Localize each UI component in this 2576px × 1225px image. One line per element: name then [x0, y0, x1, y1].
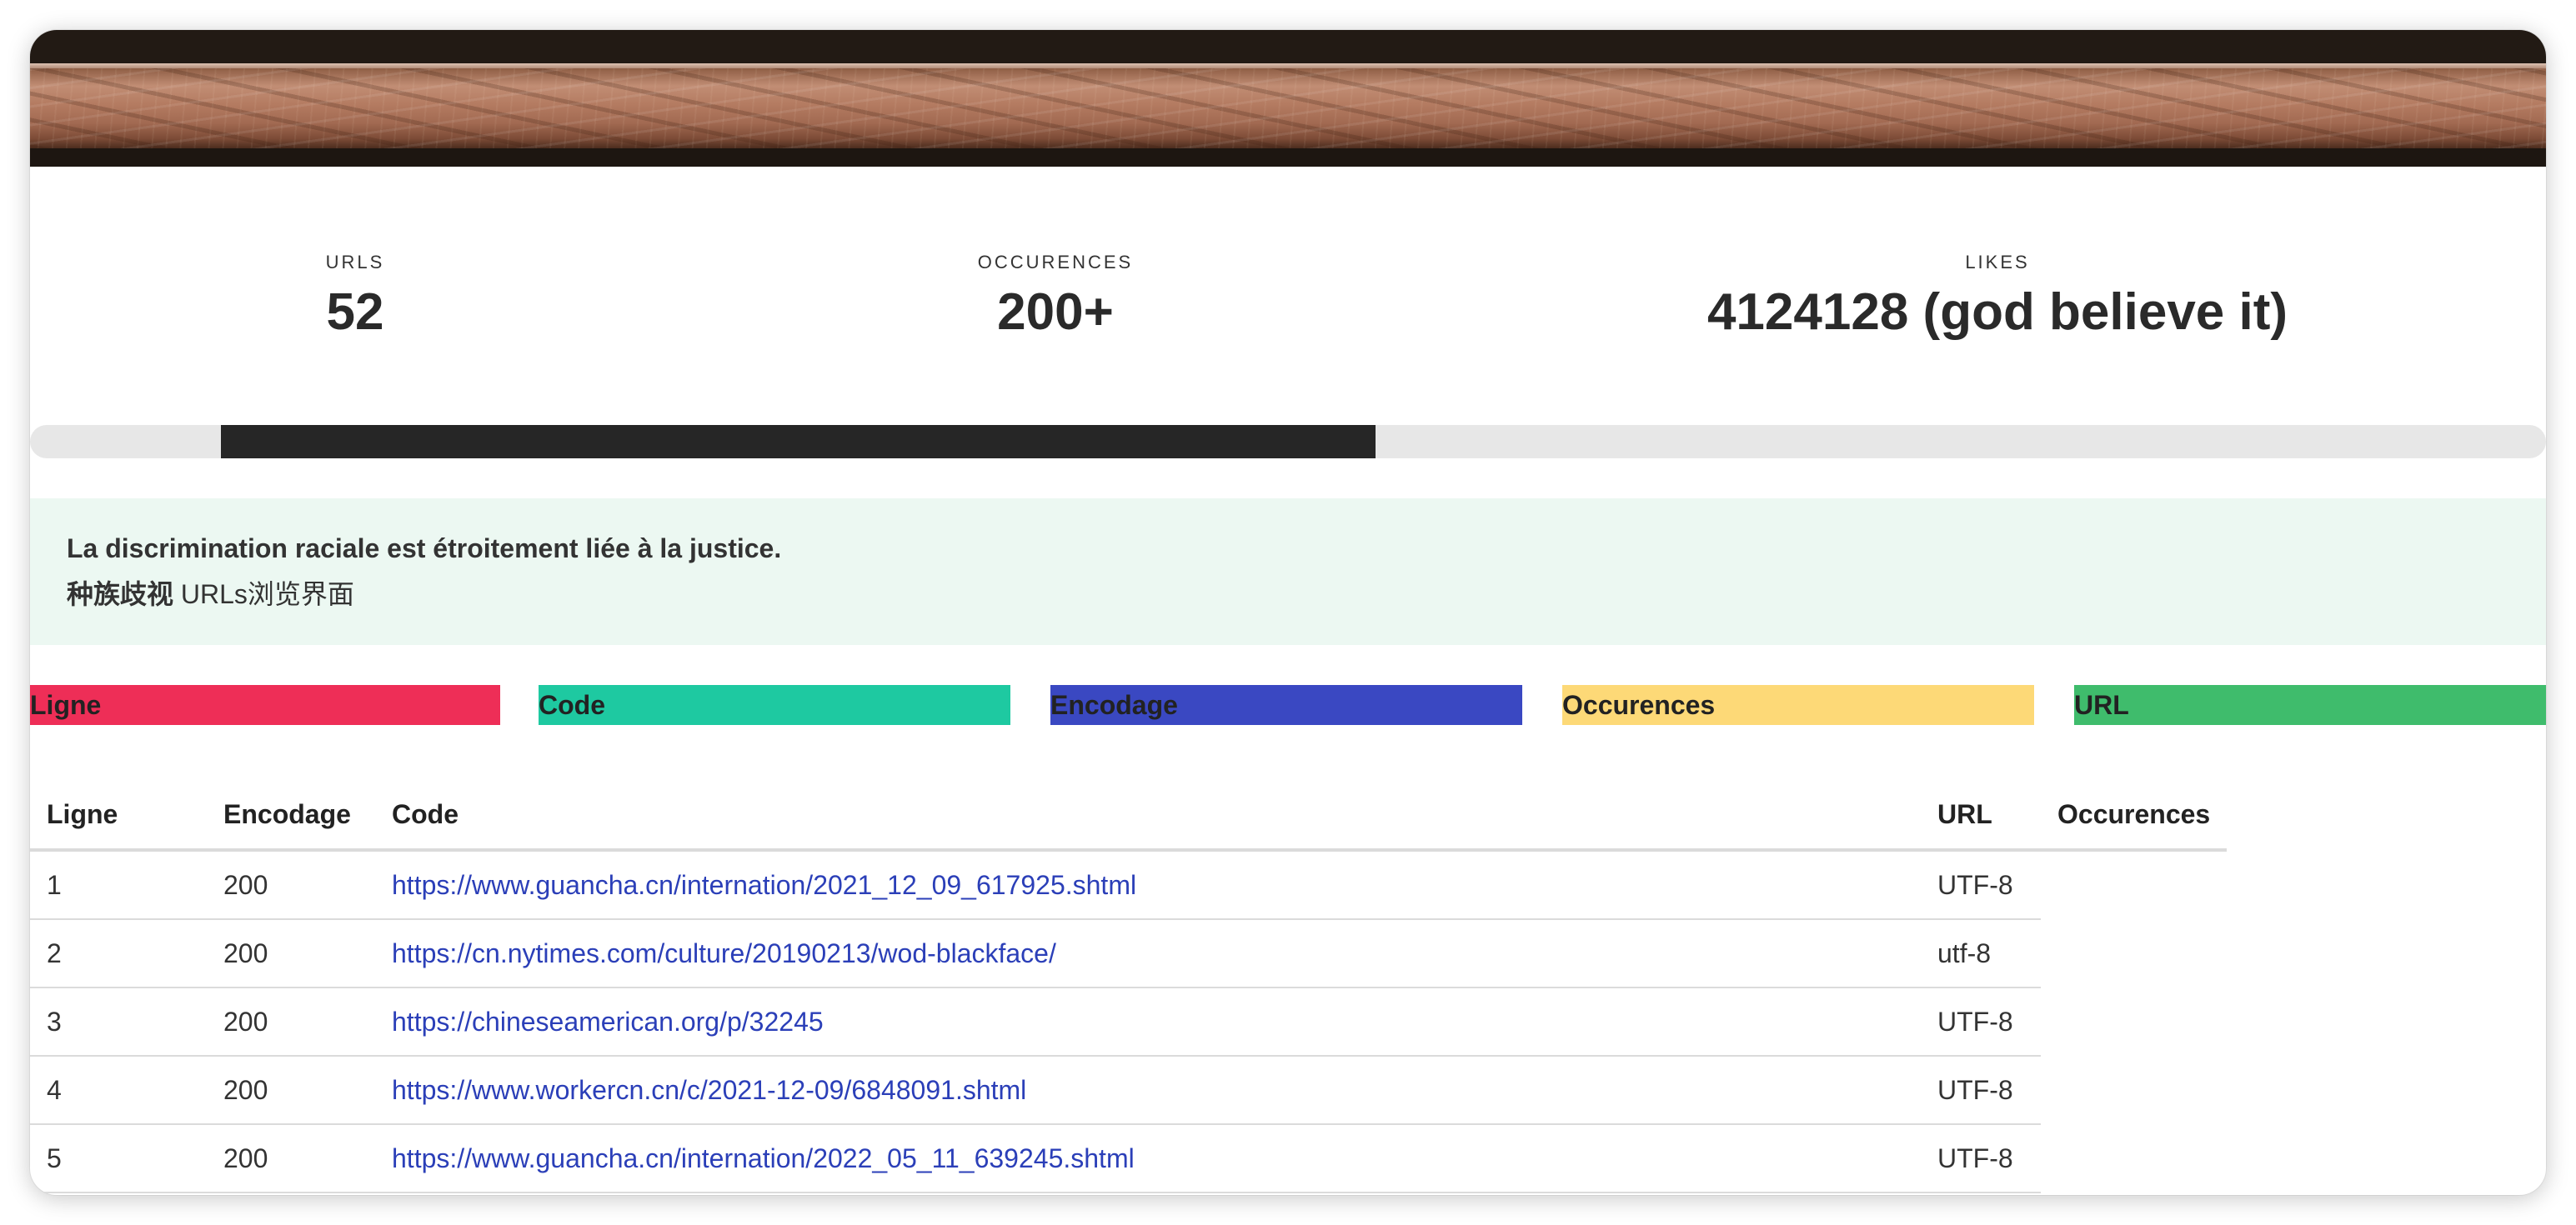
cell-encodage: 200 [207, 1056, 375, 1125]
cell-encodage: 200 [207, 988, 375, 1057]
cell-ligne: 5 [30, 1124, 207, 1193]
cell-occurences [2041, 1056, 2227, 1124]
cell-occurences [2041, 988, 2227, 1056]
table-row: 2 200 https://cn.nytimes.com/culture/201… [30, 919, 2227, 988]
cell-encodage: 200 [207, 919, 375, 988]
urls-table: Ligne Encodage Code URL Occurences 1 200… [30, 780, 2228, 1193]
notice-panel: La discrimination raciale est étroitemen… [30, 498, 2546, 645]
cell-code: https://www.guancha.cn/internation/2021_… [375, 850, 1921, 920]
cell-url: utf-8 [1921, 919, 2041, 988]
cell-code: https://www.workercn.cn/c/2021-12-09/684… [375, 1056, 1921, 1125]
legend-code: Code [539, 685, 1010, 725]
table-row: 3 200 https://chineseamerican.org/p/3224… [30, 988, 2227, 1057]
cell-url: UTF-8 [1921, 1056, 2041, 1125]
cell-code: https://www.guancha.cn/internation/2022_… [375, 1124, 1921, 1193]
url-link[interactable]: https://www.guancha.cn/internation/2021_… [392, 870, 1136, 900]
column-header-ligne[interactable]: Ligne [30, 780, 207, 852]
url-link[interactable]: https://www.guancha.cn/internation/2022_… [392, 1143, 1135, 1173]
header-banner-image [30, 30, 2546, 167]
cell-url: UTF-8 [1921, 988, 2041, 1057]
legend-ligne: Ligne [30, 685, 500, 725]
cell-occurences [2041, 1124, 2227, 1192]
cell-ligne: 3 [30, 988, 207, 1057]
column-header-encodage[interactable]: Encodage [207, 780, 375, 852]
stat-urls-label: URLS [325, 252, 385, 272]
cell-occurences [2041, 850, 2227, 919]
legend-encodage: Encodage [1050, 685, 1522, 725]
progress-bar-fill [221, 425, 1376, 458]
table-row: 4 200 https://www.workercn.cn/c/2021-12-… [30, 1056, 2227, 1125]
cell-code: https://chineseamerican.org/p/32245 [375, 988, 1921, 1057]
cell-ligne: 2 [30, 919, 207, 988]
banner-shadow [30, 148, 2546, 167]
cell-url: UTF-8 [1921, 850, 2041, 920]
table-row: 1 200 https://www.guancha.cn/internation… [30, 850, 2227, 920]
cell-url: UTF-8 [1921, 1124, 2041, 1193]
stat-occurrences-value: 200+ [997, 283, 1114, 341]
stat-occurrences: OCCURENCES 200+ [880, 250, 1230, 343]
notice-subtitle-rest: URLs浏览界面 [173, 579, 354, 609]
table-header-row: Ligne Encodage Code URL Occurences [30, 780, 2228, 852]
stat-urls-value: 52 [326, 283, 384, 341]
cell-code: https://cn.nytimes.com/culture/20190213/… [375, 919, 1921, 988]
cell-occurences [2041, 919, 2227, 988]
notice-subtitle: 种族歧视 URLs浏览界面 [67, 573, 354, 612]
cell-encodage: 200 [207, 1124, 375, 1193]
column-header-occurences[interactable]: Occurences [2041, 780, 2228, 852]
stat-occurrences-label: OCCURENCES [977, 252, 1134, 272]
legend-url: URL [2074, 685, 2546, 725]
cell-ligne: 4 [30, 1056, 207, 1125]
stat-likes-label: LIKES [1965, 252, 2030, 272]
notice-title: La discrimination raciale est étroitemen… [67, 533, 782, 563]
app-window: URLS 52 OCCURENCES 200+ LIKES 4124128 (g… [30, 30, 2546, 1195]
stat-likes-value: 4124128 (god believe it) [1706, 283, 2288, 341]
progress-bar [30, 425, 2546, 458]
stat-urls: URLS 52 [213, 250, 497, 343]
url-link[interactable]: https://www.workercn.cn/c/2021-12-09/684… [392, 1075, 1026, 1105]
stat-likes: LIKES 4124128 (god believe it) [1564, 250, 2431, 343]
banner-stone-texture [30, 68, 2546, 148]
table-row: 5 200 https://www.guancha.cn/internation… [30, 1124, 2227, 1193]
notice-subtitle-bold: 种族歧视 [67, 579, 174, 609]
url-link[interactable]: https://cn.nytimes.com/culture/20190213/… [392, 938, 1056, 968]
cell-ligne: 1 [30, 850, 207, 920]
column-header-url[interactable]: URL [1921, 780, 2041, 852]
column-header-code[interactable]: Code [375, 780, 1921, 852]
cell-encodage: 200 [207, 850, 375, 920]
url-link[interactable]: https://chineseamerican.org/p/32245 [392, 1007, 824, 1037]
legend-occurences: Occurences [1562, 685, 2034, 725]
